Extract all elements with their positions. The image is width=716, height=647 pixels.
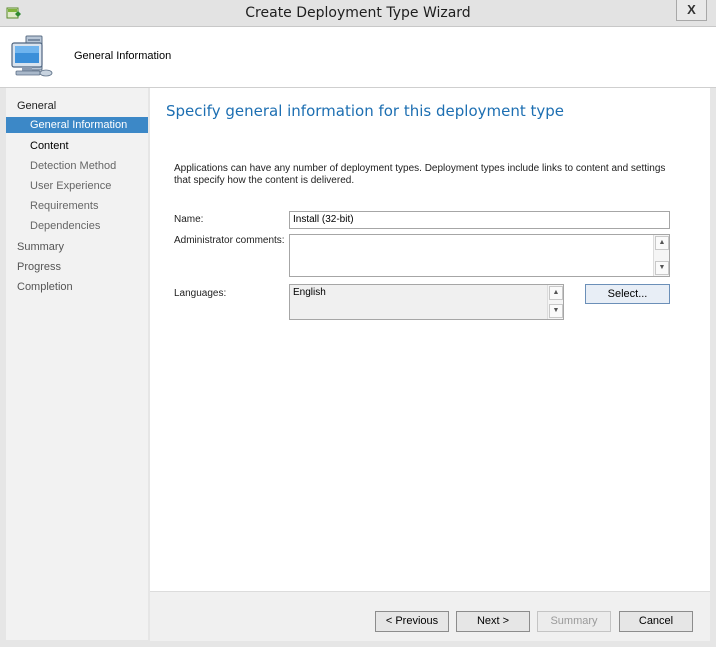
title-bar: Create Deployment Type Wizard X	[0, 0, 716, 27]
admin-comments-label: Administrator comments:	[174, 235, 285, 246]
cancel-button[interactable]: Cancel	[619, 611, 693, 632]
scroll-down-arrow-icon[interactable]: ▼	[549, 304, 563, 318]
name-label: Name:	[174, 214, 204, 225]
sidebar-item-progress[interactable]: Progress	[17, 259, 61, 275]
sidebar-item-dependencies[interactable]: Dependencies	[30, 218, 100, 234]
banner-title: General Information	[74, 50, 172, 62]
languages-label: Languages:	[174, 288, 227, 299]
sidebar-item-general[interactable]: General	[17, 98, 56, 114]
sidebar-item-summary[interactable]: Summary	[17, 239, 64, 255]
page-heading: Specify general information for this dep…	[166, 102, 564, 120]
next-button[interactable]: Next >	[456, 611, 530, 632]
admin-comments-scrollbar[interactable]: ▲ ▼	[653, 235, 669, 276]
close-button[interactable]: X	[676, 0, 707, 21]
select-languages-button[interactable]: Select...	[585, 284, 670, 304]
sidebar-item-user-experience[interactable]: User Experience	[30, 178, 111, 194]
scroll-down-arrow-icon[interactable]: ▼	[655, 261, 669, 275]
summary-button[interactable]: Summary	[537, 611, 611, 632]
languages-value: English	[293, 287, 326, 298]
admin-comments-field[interactable]: ▲ ▼	[289, 234, 670, 277]
sidebar-item-detection-method[interactable]: Detection Method	[30, 158, 116, 174]
scroll-up-arrow-icon[interactable]: ▲	[549, 286, 563, 300]
previous-button[interactable]: < Previous	[375, 611, 449, 632]
sidebar-item-completion[interactable]: Completion	[17, 279, 73, 295]
wizard-banner: General Information	[0, 27, 716, 88]
scroll-up-arrow-icon[interactable]: ▲	[655, 236, 669, 250]
name-field[interactable]: Install (32-bit)	[289, 211, 670, 229]
computer-icon	[11, 35, 53, 77]
page-description: Applications can have any number of depl…	[174, 163, 666, 186]
sidebar-item-requirements[interactable]: Requirements	[30, 198, 98, 214]
wizard-footer: < Previous Next > Summary Cancel	[150, 591, 710, 641]
sidebar-item-content[interactable]: Content	[30, 138, 69, 154]
window-title: Create Deployment Type Wizard	[245, 5, 471, 21]
languages-list[interactable]: English ▲ ▼	[289, 284, 564, 320]
wizard-content-pane: Specify general information for this dep…	[150, 88, 710, 591]
languages-scrollbar[interactable]: ▲ ▼	[547, 285, 563, 319]
sidebar-item-general-information[interactable]: General Information	[30, 117, 127, 133]
